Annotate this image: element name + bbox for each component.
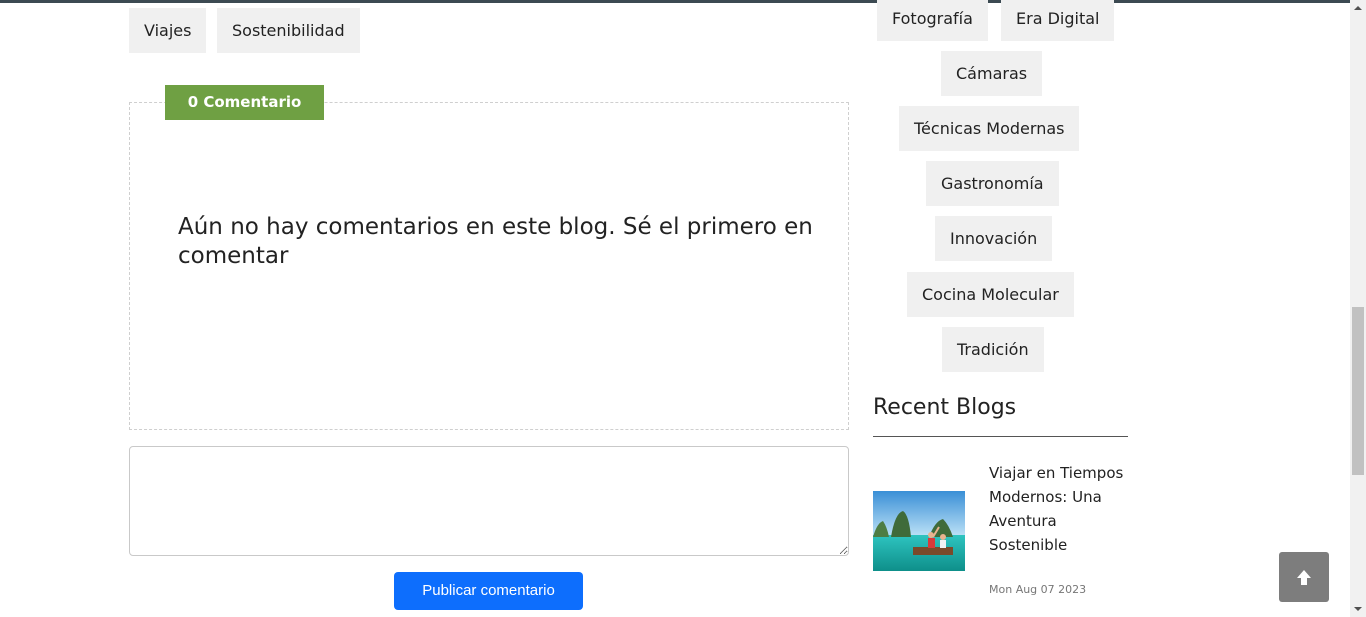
scroll-up-arrow-icon[interactable]: [1350, 0, 1366, 16]
post-tag-viajes[interactable]: Viajes: [129, 8, 207, 53]
arrow-up-icon: [1297, 570, 1311, 585]
scrollbar-thumb[interactable]: [1352, 307, 1364, 475]
recent-blogs-heading: Recent Blogs: [873, 395, 1017, 420]
sidebar-tag-era-digital[interactable]: Era Digital: [1001, 0, 1115, 41]
comment-textarea[interactable]: [129, 446, 849, 556]
recent-blog-title[interactable]: Viajar en Tiempos Modernos: Una Aventura…: [989, 461, 1129, 557]
top-border: [0, 0, 1350, 3]
sidebar-tag-innovacion[interactable]: Innovación: [935, 216, 1053, 261]
sidebar-tag-camaras[interactable]: Cámaras: [941, 51, 1043, 96]
no-comments-message: Aún no hay comentarios en este blog. Sé …: [178, 214, 813, 269]
comment-count-badge: 0 Comentario: [165, 85, 324, 120]
publish-comment-button[interactable]: Publicar comentario: [394, 572, 583, 610]
back-to-top-button[interactable]: [1279, 552, 1329, 602]
recent-blog-date: Mon Aug 07 2023: [989, 583, 1087, 596]
recent-blogs-divider: [873, 436, 1128, 437]
post-tag-sostenibilidad[interactable]: Sostenibilidad: [217, 8, 360, 53]
scroll-down-arrow-icon[interactable]: [1350, 601, 1366, 617]
recent-blog-thumbnail[interactable]: [873, 491, 965, 571]
sidebar-tag-gastronomia[interactable]: Gastronomía: [926, 161, 1059, 206]
sidebar-tag-tecnicas-modernas[interactable]: Técnicas Modernas: [899, 106, 1080, 151]
vertical-scrollbar[interactable]: [1350, 0, 1366, 617]
sidebar-tag-tradicion[interactable]: Tradición: [942, 327, 1044, 372]
sidebar-tag-cocina-molecular[interactable]: Cocina Molecular: [907, 272, 1074, 317]
sidebar-tag-fotografia[interactable]: Fotografía: [877, 0, 988, 41]
